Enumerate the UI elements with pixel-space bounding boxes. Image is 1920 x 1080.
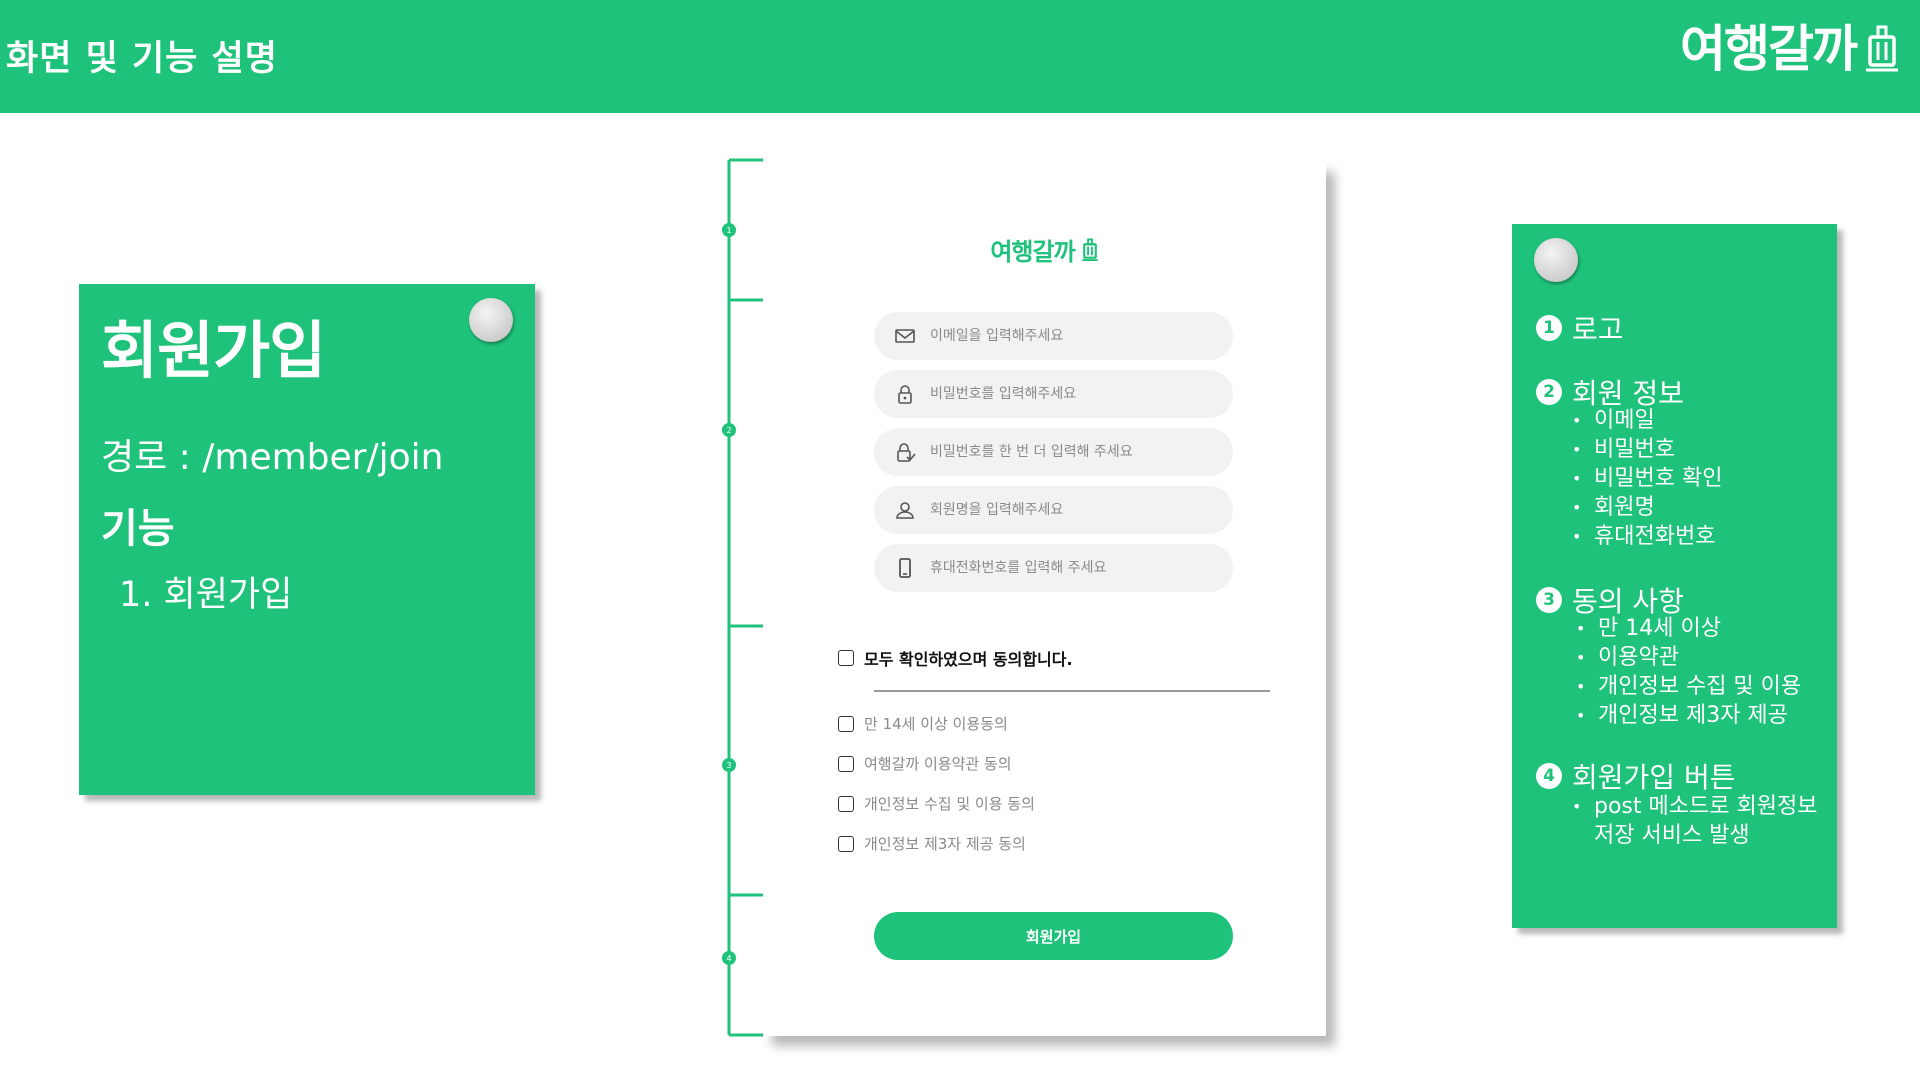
function-item: 1. 회원가입 [119, 575, 293, 615]
page-info-note: 회원가입 경로 : /member/join 기능 1. 회원가입 [79, 284, 535, 795]
agree-privacy-row[interactable]: 개인정보 수집 및 이용 동의 [838, 793, 1035, 814]
section-number: 3 [1536, 587, 1562, 613]
password-input[interactable] [930, 386, 1220, 402]
section-logo: 1 로고 [1536, 308, 1624, 348]
list-item: • 비밀번호 확인 [1572, 466, 1723, 491]
luggage-icon [1081, 237, 1098, 261]
brand-logo: 여행갈까 [1680, 24, 1900, 74]
agree-privacy-label: 개인정보 수집 및 이용 동의 [864, 795, 1035, 813]
list-item: • 휴대전화번호 [1572, 524, 1716, 549]
agree-terms-row[interactable]: 여행갈까 이용약관 동의 [838, 753, 1012, 774]
agree-all-checkbox[interactable] [838, 650, 854, 666]
user-icon [896, 502, 914, 519]
signup-button[interactable]: 회원가입 [874, 912, 1233, 960]
email-field[interactable] [874, 312, 1233, 360]
svg-text:1: 1 [726, 226, 731, 235]
phone-input[interactable] [930, 560, 1220, 576]
agree-third-party-checkbox[interactable] [838, 835, 854, 852]
agree-age-checkbox[interactable] [838, 715, 854, 732]
section-title: 로고 [1572, 313, 1624, 346]
luggage-icon [1866, 25, 1898, 72]
list-item: • 개인정보 수집 및 이용 [1576, 674, 1802, 699]
agree-terms-label: 여행갈까 이용약관 동의 [864, 755, 1012, 773]
email-input[interactable] [930, 328, 1220, 344]
svg-text:4: 4 [726, 954, 731, 963]
section-number: 4 [1536, 763, 1562, 789]
agree-terms-checkbox[interactable] [838, 755, 854, 772]
agree-all-label: 모두 확인하였으며 동의합니다. [864, 650, 1073, 669]
password-confirm-input[interactable] [930, 444, 1220, 460]
timeline-marker-3: 3 [722, 758, 736, 772]
lock-icon [898, 385, 912, 404]
header-bar: 화면 및 기능 설명 여행갈까 [0, 0, 1920, 113]
pushpin-icon [1534, 238, 1578, 282]
note-title: 회원가입 [101, 314, 326, 387]
password-confirm-field[interactable] [874, 428, 1233, 476]
page-title: 화면 및 기능 설명 [6, 39, 278, 79]
list-item: • 비밀번호 [1572, 437, 1675, 462]
agree-all-row[interactable]: 모두 확인하였으며 동의합니다. [838, 646, 1073, 670]
signup-form-card: 여행갈까 이메일을 입력해주세요 회원명을 입력해주세요 휴대전화번호를 입력해… [763, 162, 1326, 1036]
phone-field[interactable] [874, 544, 1233, 592]
list-item: • 이메일 [1572, 408, 1655, 433]
divider [874, 690, 1270, 692]
list-item: • 이용약관 [1576, 645, 1679, 670]
timeline-marker-4: 4 [722, 951, 736, 965]
route-path: 경로 : /member/join [101, 437, 444, 478]
section-title: 회원가입 버튼 [1572, 761, 1736, 794]
pushpin-icon [469, 298, 513, 342]
timeline-marker-2: 2 [722, 423, 736, 437]
svg-text:3: 3 [726, 761, 731, 770]
description-note: 1 로고 2 회원 정보 • 이메일 • 비밀번호 • 비밀번호 확인 • 회원명 • 휴… [1512, 224, 1837, 928]
list-item: • 개인정보 제3자 제공 [1576, 703, 1788, 728]
agree-age-row[interactable]: 만 14세 이상 이용동의 [838, 713, 1008, 734]
signup-button-list: • post 메소드로 회원정보 저장 서비스 발생 [1572, 792, 1822, 850]
phone-icon [899, 558, 911, 578]
mail-icon [895, 329, 915, 343]
member-name-input[interactable] [930, 502, 1220, 518]
brand-logo-text: 여행갈까 [1680, 20, 1858, 78]
agree-third-party-label: 개인정보 제3자 제공 동의 [864, 835, 1026, 853]
svg-text:2: 2 [726, 426, 731, 435]
lock-check-icon [897, 443, 916, 462]
section-signup-button: 4 회원가입 버튼 [1536, 756, 1735, 796]
agreements-list: • 만 14세 이상 • 이용약관 • 개인정보 수집 및 이용 • 개인정보 제3자 … [1576, 614, 1801, 730]
list-item: • post 메소드로 회원정보 저장 서비스 발생 [1572, 794, 1818, 848]
password-field[interactable] [874, 370, 1233, 418]
form-logo-text: 여행갈까 [990, 238, 1075, 266]
form-logo[interactable]: 여행갈까 [763, 232, 1326, 267]
timeline-marker-1: 1 [722, 223, 736, 237]
agree-age-label: 만 14세 이상 이용동의 [864, 715, 1008, 733]
list-item: • 만 14세 이상 [1576, 616, 1721, 641]
list-item: • 회원명 [1572, 495, 1655, 520]
agree-privacy-checkbox[interactable] [838, 795, 854, 812]
agree-third-party-row[interactable]: 개인정보 제3자 제공 동의 [838, 833, 1026, 854]
member-name-field[interactable] [874, 486, 1233, 534]
member-info-list: • 이메일 • 비밀번호 • 비밀번호 확인 • 회원명 • 휴대전화번호 [1572, 406, 1722, 551]
section-number: 2 [1536, 379, 1562, 405]
function-heading: 기능 [101, 506, 175, 552]
section-number: 1 [1536, 315, 1562, 341]
